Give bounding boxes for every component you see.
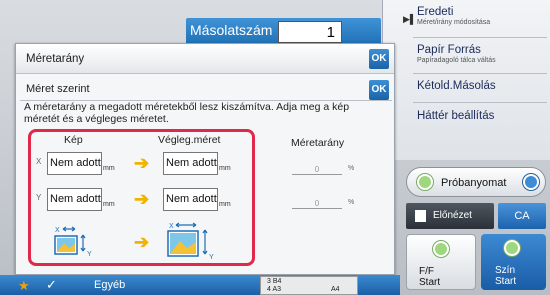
menu-item-duplex[interactable]: Kétold.Másolás <box>417 80 496 92</box>
menu-item-paper-source-label: Papír Forrás <box>417 44 481 56</box>
menu-item-original[interactable]: Eredeti Méret/irány módosítása <box>417 6 490 26</box>
unit-label: mm <box>219 201 231 208</box>
y-image-field[interactable]: Nem adott <box>47 188 102 211</box>
ca-button[interactable]: CA <box>498 203 546 229</box>
axis-y-label: Y <box>36 193 42 202</box>
divider <box>413 102 547 103</box>
bw-start-label-1: F/F <box>419 266 434 277</box>
sub-title: Méret szerint <box>26 83 90 95</box>
dialog-title: Méretarány <box>26 53 85 65</box>
proof-button[interactable]: Próbanyomat <box>406 167 546 197</box>
start-diamond-icon <box>433 241 449 257</box>
image-size-icon: X Y <box>54 226 92 258</box>
color-start-label-2: Start <box>495 276 517 287</box>
ratio-header: Méretarány <box>291 137 345 149</box>
percent-label: % <box>348 165 355 172</box>
diamond-icon <box>417 174 433 190</box>
y-final-field[interactable]: Nem adott <box>163 188 218 211</box>
svg-text:Y: Y <box>209 254 214 260</box>
favorite-star-icon[interactable]: ★ <box>18 278 30 294</box>
menu-item-original-label: Eredeti <box>417 6 454 18</box>
x-final-field[interactable]: Nem adott <box>163 152 218 175</box>
col-header-image: Kép <box>64 134 83 146</box>
menu-item-duplex-label: Kétold.Másolás <box>417 80 496 92</box>
ratio-dialog: Méretarány OK Méret szerint OK A méretar… <box>15 43 395 275</box>
tray-row: 4 A3 <box>267 286 282 293</box>
unit-label: mm <box>103 165 115 172</box>
preview-label: Előnézet <box>433 210 472 221</box>
bw-start-label-2: Start <box>419 277 441 288</box>
axis-x-label: X <box>36 157 42 166</box>
sub-ok-button[interactable]: OK <box>369 80 389 100</box>
sub-header: Méret szerint OK <box>20 79 392 101</box>
arrow-right-icon: ➔ <box>134 232 150 252</box>
arrow-right-icon: ➔ <box>134 189 150 209</box>
bw-start-button[interactable]: F/F Start <box>406 234 476 290</box>
copies-label: Másolatszám <box>190 22 273 38</box>
other-button-label[interactable]: Egyéb <box>94 279 125 291</box>
arrow-right-icon: ➔ <box>134 153 150 173</box>
menu-item-background[interactable]: Háttér beállítás <box>417 110 494 122</box>
color-start-label-1: Szín <box>495 265 516 276</box>
menu-item-paper-source[interactable]: Papír Forrás Papíradagoló tálca váltás <box>417 44 496 64</box>
copies-bar: Másolatszám 1 <box>186 18 381 46</box>
preview-button[interactable]: Előnézet <box>406 203 494 229</box>
dialog-header: Méretarány OK <box>16 44 394 74</box>
color-start-button[interactable]: Szín Start <box>481 234 546 290</box>
tray-extra: A4 <box>331 286 340 293</box>
divider <box>413 37 547 38</box>
collapse-arrow-icon[interactable]: ▶▌ <box>403 14 416 25</box>
menu-item-background-label: Háttér beállítás <box>417 110 495 122</box>
size-input-frame: Kép Végleg.méret X Nem adott mm ➔ Nem ad… <box>28 129 255 266</box>
description-text: A méretarány a megadott méretekből lesz … <box>24 101 350 125</box>
final-size-icon: X Y <box>167 222 214 260</box>
menu-item-original-sub: Méret/irány módosítása <box>417 19 491 26</box>
proof-label: Próbanyomat <box>441 177 507 189</box>
svg-text:X: X <box>169 223 174 230</box>
right-menu-panel: ▶▌ Eredeti Méret/irány módosítása Papír … <box>382 0 550 160</box>
preview-icon <box>415 210 426 222</box>
percent-label: % <box>348 199 355 206</box>
diamond-icon <box>523 174 539 190</box>
x-image-field[interactable]: Nem adott <box>47 152 102 175</box>
ratio-y-value: 0 <box>292 199 342 209</box>
unit-label: mm <box>103 201 115 208</box>
dialog-ok-button[interactable]: OK <box>369 49 389 69</box>
copies-field[interactable]: 1 <box>278 21 342 43</box>
tray-row: 3 B4 <box>267 278 282 285</box>
tray-indicator: 3 B4 4 A3 A4 <box>260 276 358 295</box>
unit-label: mm <box>219 165 231 172</box>
start-diamond-icon <box>504 240 520 256</box>
menu-item-paper-source-sub: Papíradagoló tálca váltás <box>417 57 496 64</box>
svg-text:Y: Y <box>87 251 92 258</box>
ratio-x-value: 0 <box>292 165 342 175</box>
svg-text:X: X <box>55 227 60 234</box>
col-header-final: Végleg.méret <box>158 134 221 146</box>
divider <box>413 73 547 74</box>
check-icon[interactable]: ✓ <box>46 277 57 293</box>
